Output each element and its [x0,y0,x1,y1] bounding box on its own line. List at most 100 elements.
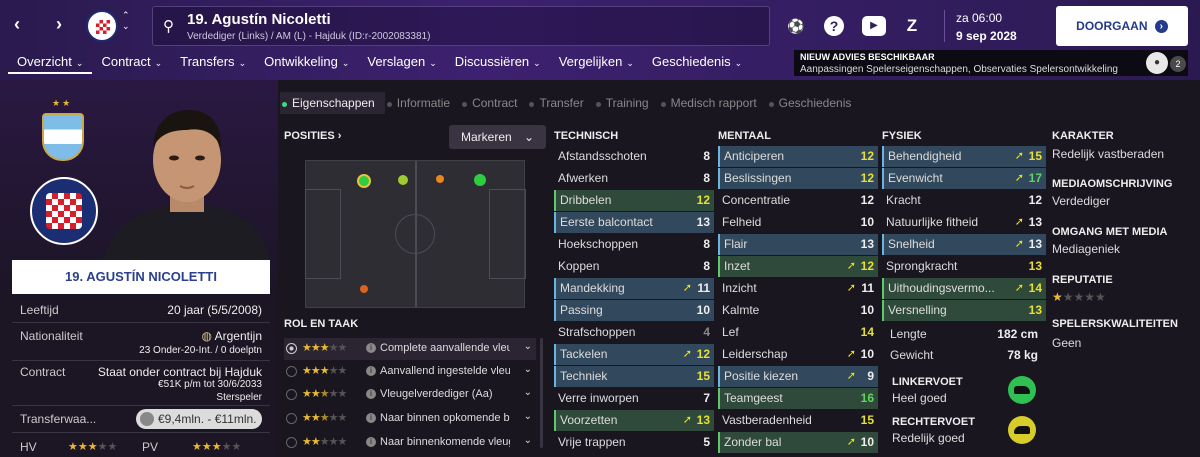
info-icon[interactable]: i [366,413,376,423]
nationality-value[interactable]: ◍ Argentijn [201,329,262,343]
menu-overzicht[interactable]: Overzicht ⌄ [8,52,93,74]
continue-button[interactable]: DOORGAAN › [1056,6,1188,46]
radio-icon[interactable] [286,413,297,424]
tab-eigenschappen[interactable]: Eigenschappen [280,92,385,114]
attribute-row[interactable]: Evenwicht ➚ 17 [882,168,1046,189]
attribute-name: Teamgeest [724,391,783,405]
attribute-row[interactable]: Behendigheid ➚ 15 [882,146,1046,167]
attribute-row[interactable]: Lef 14 [718,322,878,343]
attribute-row[interactable]: Verre inworpen 7 [554,388,714,409]
tab-training[interactable]: Training [594,92,659,114]
attribute-row[interactable]: Zonder bal ➚ 10 [718,432,878,453]
attribute-row[interactable]: Kalmte 10 [718,300,878,321]
attribute-row[interactable]: Inzicht ➚ 11 [718,278,878,299]
attribute-value: 8 [703,149,710,163]
attribute-row[interactable]: Teamgeest 16 [718,388,878,409]
radio-icon[interactable] [286,437,297,448]
club-badge-icon[interactable] [86,10,118,42]
chevron-down-icon[interactable]: ⌄ [524,411,532,422]
attribute-row[interactable]: Eerste balcontact 13 [554,212,714,233]
attribute-row[interactable]: Positie kiezen ➚ 9 [718,366,878,387]
chevron-down-icon[interactable]: ⌄ [524,387,532,398]
transfer-value-pill[interactable]: €9,4mln. - €11mln. [136,409,262,429]
chevron-down-icon: ⌄ [341,58,350,68]
menu-contract[interactable]: Contract ⌄ [92,52,171,74]
tab-label: Training [605,96,649,110]
menu-ontwikkeling[interactable]: Ontwikkeling ⌄ [255,52,358,74]
position-dot[interactable] [474,174,486,186]
back-arrow-icon[interactable]: ‹ [14,14,20,35]
attribute-row[interactable]: Strafschoppen 4 [554,322,714,343]
attribute-row[interactable]: Afstandsschoten 8 [554,146,714,167]
tab-transfer[interactable]: Transfer [527,92,593,114]
attribute-row[interactable]: Sprongkracht 13 [882,256,1046,277]
info-icon[interactable]: i [366,343,376,353]
radio-icon[interactable] [286,343,297,354]
scrollbar[interactable] [540,338,543,448]
attribute-row[interactable]: Natuurlijke fitheid ➚ 13 [882,212,1046,233]
attribute-row[interactable]: Snelheid ➚ 13 [882,234,1046,255]
info-icon[interactable]: i [366,437,376,447]
role-row[interactable]: ★★★★★ i Vleugelverdediger (Aa) ⌄ [284,384,536,406]
menu-verslagen[interactable]: Verslagen ⌄ [358,52,445,74]
position-dot[interactable] [360,285,368,293]
z-icon[interactable]: Z [902,16,922,36]
radio-icon[interactable] [286,366,297,377]
role-label: Vleugelverdediger (Aa) [380,388,493,400]
attribute-row[interactable]: Hoekschoppen 8 [554,234,714,255]
attribute-row[interactable]: Anticiperen 12 [718,146,878,167]
menu-discussieren[interactable]: Discussiëren ⌄ [446,52,550,74]
role-row[interactable]: ★★★★★ i Naar binnen opkomende b... ⌄ [284,408,536,430]
attribute-row[interactable]: Felheid 10 [718,212,878,233]
tab-informatie[interactable]: Informatie [385,92,460,114]
search-icon[interactable]: ⚲ [163,17,174,35]
position-dot-main[interactable] [357,174,371,188]
help-icon[interactable]: ? [824,16,844,36]
attribute-row[interactable]: Vastberadenheid 15 [718,410,878,431]
role-row[interactable]: ★★★★★ i Complete aanvallende vleu... ⌄ [284,338,536,360]
tab-geschiedenis[interactable]: Geschiedenis [767,92,862,114]
tab-medisch-rapport[interactable]: Medisch rapport [659,92,767,114]
mark-dropdown[interactable]: Markeren ⌄ [449,125,546,149]
youtube-icon[interactable]: ▶ [862,16,886,36]
attribute-row[interactable]: Leiderschap ➚ 10 [718,344,878,365]
radio-icon[interactable] [286,389,297,400]
tab-contract[interactable]: Contract [460,92,527,114]
football-icon[interactable]: ⚽ [786,16,806,36]
position-dot[interactable] [398,175,408,185]
attribute-row[interactable]: Kracht 12 [882,190,1046,211]
positions-heading[interactable]: POSITIES › [284,130,341,142]
attribute-row[interactable]: Mandekking ➚ 11 [554,278,714,299]
chevron-down-icon[interactable]: ⌄ [524,435,532,446]
attribute-row[interactable]: Beslissingen 12 [718,168,878,189]
attribute-row[interactable]: Dribbelen 12 [554,190,714,211]
attribute-row[interactable]: Techniek 15 [554,366,714,387]
chevron-down-icon[interactable]: ⌄ [524,364,532,375]
role-row[interactable]: ★★★★★ i Naar binnenkomende vleug... ⌄ [284,432,536,454]
attribute-row[interactable]: Versnelling 13 [882,300,1046,321]
info-icon[interactable]: i [366,366,376,376]
info-icon[interactable]: i [366,389,376,399]
menu-vergelijken[interactable]: Vergelijken ⌄ [550,52,643,74]
attribute-row[interactable]: Tackelen ➚ 12 [554,344,714,365]
attribute-row[interactable]: Vrije trappen 5 [554,432,714,453]
attribute-row[interactable]: Uithoudingsvermo... ➚ 14 [882,278,1046,299]
attribute-row[interactable]: Flair 13 [718,234,878,255]
club-switch-icon[interactable]: ⌃ ⌄ [122,10,130,32]
attribute-row[interactable]: Voorzetten ➚ 13 [554,410,714,431]
position-dot[interactable] [436,175,444,183]
attribute-row[interactable]: Concentratie 12 [718,190,878,211]
attribute-row[interactable]: Passing 10 [554,300,714,321]
chevron-down-icon[interactable]: ⌄ [524,341,532,352]
advice-banner[interactable]: NIEUW ADVIES BESCHIKBAAR Aanpassingen Sp… [794,50,1188,76]
attribute-value: 12 [860,171,874,185]
menu-geschiedenis[interactable]: Geschiedenis ⌄ [643,52,751,74]
forward-arrow-icon[interactable]: › [56,14,62,35]
attribute-value: 12 [860,259,874,273]
attribute-row[interactable]: Koppen 8 [554,256,714,277]
role-row[interactable]: ★★★★★ i Aanvallend ingestelde vleu... ⌄ [284,361,536,383]
attribute-row[interactable]: Afwerken 8 [554,168,714,189]
menu-transfers[interactable]: Transfers ⌄ [171,52,255,74]
attribute-row[interactable]: Inzet ➚ 12 [718,256,878,277]
player-search-box[interactable]: ⚲ 19. Agustín Nicoletti Verdediger (Link… [152,6,770,46]
